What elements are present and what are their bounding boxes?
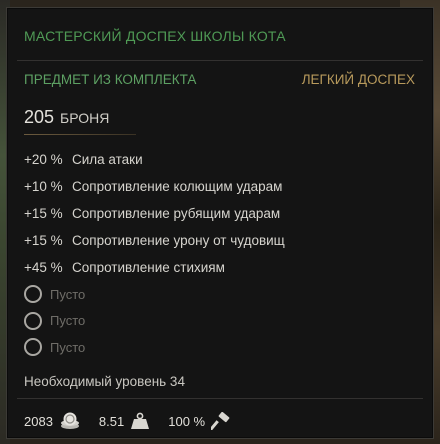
stat-row: +15 % Сопротивление урону от чудовищ xyxy=(24,227,285,254)
stat-value: +45 % xyxy=(24,260,63,275)
empty-slot-icon xyxy=(24,311,42,330)
weight-icon xyxy=(131,412,150,429)
stat-label: Сопротивление колющим ударам xyxy=(72,179,283,194)
stat-value: +15 % xyxy=(24,206,63,221)
stat-value: +20 % xyxy=(24,152,63,167)
stat-label: Сила атаки xyxy=(72,152,143,167)
stats-list: +20 % Сила атаки +10 % Сопротивление кол… xyxy=(24,146,285,281)
empty-slot: Пусто xyxy=(24,334,85,361)
armor-rating: 205 БРОНЯ xyxy=(24,107,109,128)
hammer-icon xyxy=(211,412,230,430)
coin-icon xyxy=(60,412,79,429)
price: 2083 xyxy=(24,412,81,430)
stat-label: Сопротивление урону от чудовищ xyxy=(72,233,285,248)
stat-row: +45 % Сопротивление стихиям xyxy=(24,254,285,281)
price-value: 2083 xyxy=(24,413,53,429)
empty-slot-icon xyxy=(24,338,42,357)
item-title: МАСТЕРСКИЙ ДОСПЕХ ШКОЛЫ КОТА xyxy=(24,28,286,44)
armor-value: 205 xyxy=(24,107,55,127)
set-item-label: ПРЕДМЕТ ИЗ КОМПЛЕКТА xyxy=(24,72,197,87)
stat-label: Сопротивление рубящим ударам xyxy=(72,206,281,221)
stat-row: +10 % Сопротивление колющим ударам xyxy=(24,173,285,200)
durability-value: 100 % xyxy=(168,413,206,429)
weight-value: 8.51 xyxy=(98,413,125,429)
footer-divider xyxy=(17,398,423,399)
slot-label: Пусто xyxy=(50,313,86,329)
durability: 100 % xyxy=(168,412,231,430)
armor-type-label: ЛЕГКИЙ ДОСПЕХ xyxy=(301,72,415,87)
stat-value: +15 % xyxy=(24,233,63,248)
upgrade-slots: Пусто Пусто Пусто xyxy=(24,281,85,361)
armor-underline xyxy=(24,134,136,135)
slot-label: Пусто xyxy=(50,339,86,355)
weight: 8.51 xyxy=(99,412,150,430)
armor-label: БРОНЯ xyxy=(60,110,110,126)
slot-label: Пусто xyxy=(50,286,86,302)
stat-value: +10 % xyxy=(24,179,63,194)
item-footer: 2083 8.51 100 % xyxy=(24,412,249,430)
stat-row: +20 % Сила атаки xyxy=(24,146,285,173)
empty-slot: Пусто xyxy=(24,281,85,308)
level-requirement: Необходимый уровень 34 xyxy=(24,374,185,389)
stat-label: Сопротивление стихиям xyxy=(72,260,225,275)
empty-slot-icon xyxy=(24,285,42,304)
empty-slot: Пусто xyxy=(24,308,85,335)
stat-row: +15 % Сопротивление рубящим ударам xyxy=(24,200,285,227)
item-tooltip: МАСТЕРСКИЙ ДОСПЕХ ШКОЛЫ КОТА ПРЕДМЕТ ИЗ … xyxy=(6,7,434,439)
title-divider xyxy=(17,60,423,61)
